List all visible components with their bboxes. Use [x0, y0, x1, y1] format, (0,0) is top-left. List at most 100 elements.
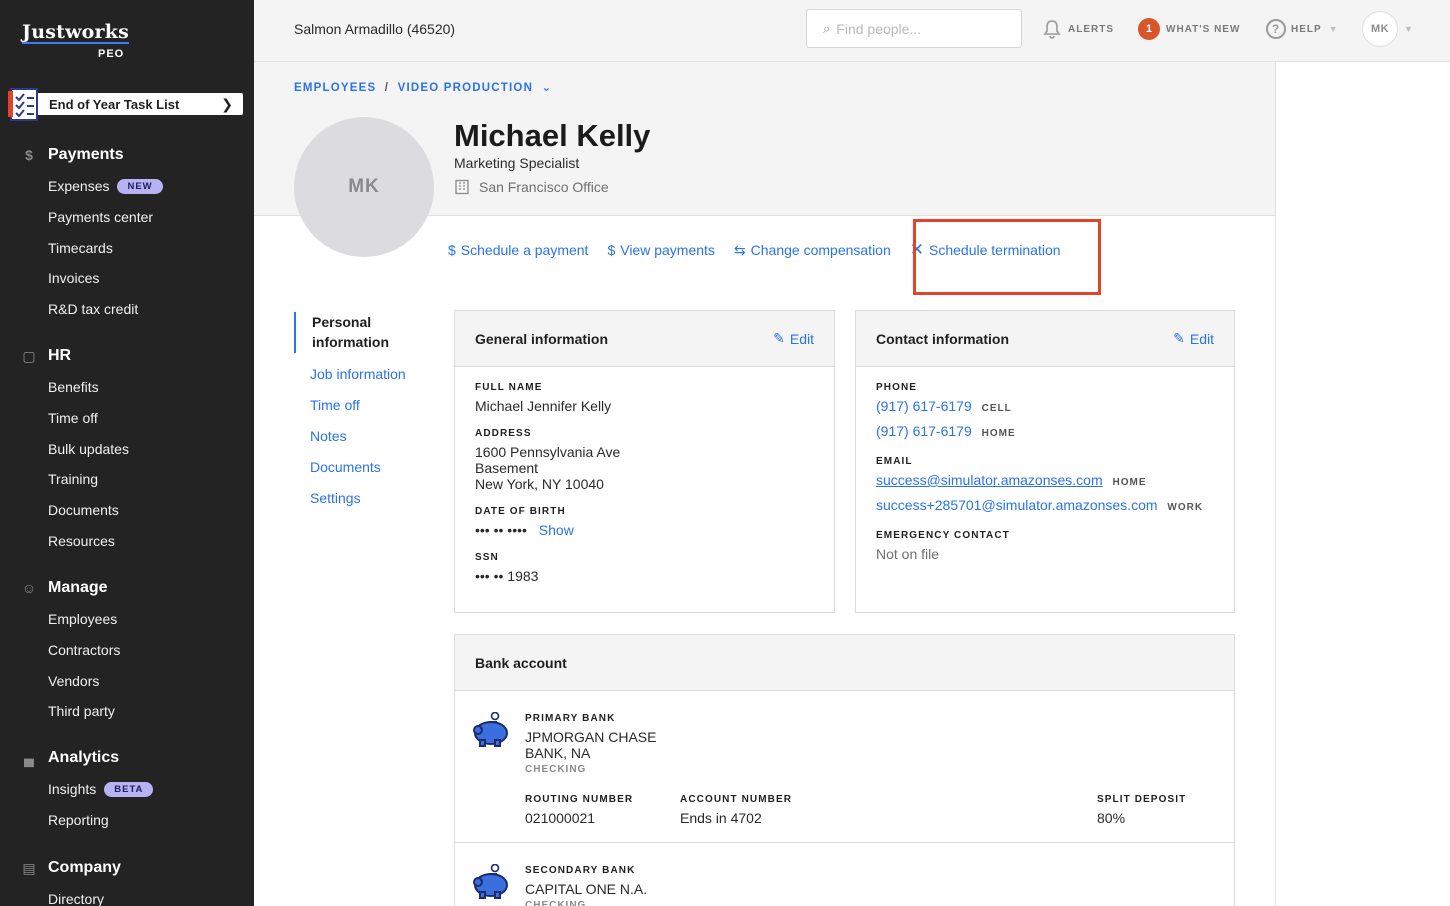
card-title: General information: [475, 330, 609, 347]
alerts-button[interactable]: ALERTS: [1042, 19, 1114, 39]
sidebar: Justworks PEO End of Year Task List ❯ $ …: [0, 0, 254, 906]
company-name[interactable]: Salmon Armadillo (46520): [294, 21, 455, 37]
primary-bank-row: PRIMARY BANK JPMORGAN CHASE BANK, NA CHE…: [455, 692, 1234, 843]
nav-head-manage[interactable]: ☺ Manage: [0, 576, 254, 600]
sidebar-item-resources[interactable]: Resources: [0, 525, 254, 556]
field-label: SECONDARY BANK: [525, 865, 636, 876]
breadcrumb-employees[interactable]: EMPLOYEES: [294, 82, 376, 94]
user-menu-caret-icon[interactable]: ▼: [1404, 24, 1413, 34]
sidebar-item-reporting[interactable]: Reporting: [0, 805, 254, 836]
phone-cell-link[interactable]: (917) 617-6179: [876, 398, 972, 414]
sidebar-item-training[interactable]: Training: [0, 464, 254, 495]
search-box[interactable]: ⌕: [806, 9, 1022, 48]
sidebar-item-rd-tax-credit[interactable]: R&D tax credit: [0, 294, 254, 325]
view-payments-link[interactable]: $ View payments: [607, 240, 714, 260]
primary-bank-name-1: JPMORGAN CHASE: [525, 729, 657, 745]
right-gutter: [1275, 62, 1450, 906]
email-work-link[interactable]: success+285701@simulator.amazonses.com: [876, 497, 1158, 513]
piggy-bank-icon: [473, 712, 508, 747]
sidebar-item-benefits[interactable]: Benefits: [0, 372, 254, 403]
sidebar-item-employees[interactable]: Employees: [0, 604, 254, 635]
sidebar-item-documents[interactable]: Documents: [0, 495, 254, 526]
tab-documents[interactable]: Documents: [294, 457, 424, 488]
alerts-label: ALERTS: [1068, 23, 1114, 35]
show-dob-link[interactable]: Show: [539, 522, 574, 538]
address-line-1: 1600 Pennsylvania Ave: [475, 444, 621, 460]
sidebar-item-label: Employees: [48, 611, 118, 628]
sidebar-item-third-party[interactable]: Third party: [0, 696, 254, 727]
action-label: Change compensation: [750, 242, 891, 258]
beta-badge: BETA: [104, 781, 154, 797]
eoy-task-list-button[interactable]: End of Year Task List ❯: [8, 88, 243, 121]
chevron-down-icon[interactable]: ⌄: [542, 82, 553, 94]
building-icon: ▤: [22, 859, 36, 876]
sidebar-item-time-off[interactable]: Time off: [0, 403, 254, 434]
help-button[interactable]: ? HELP ▼: [1266, 19, 1339, 39]
tab-job-information[interactable]: Job information: [294, 364, 424, 395]
field-label: PRIMARY BANK: [525, 713, 616, 724]
logo-wordmark: Justworks: [22, 21, 129, 44]
sidebar-item-bulk-updates[interactable]: Bulk updates: [0, 433, 254, 464]
sidebar-item-timecards[interactable]: Timecards: [0, 232, 254, 263]
nav-head-hr[interactable]: ▢ HR: [0, 344, 254, 368]
phone-home-link[interactable]: (917) 617-6179: [876, 423, 972, 439]
field-label: ADDRESS: [475, 428, 532, 439]
sidebar-item-label: Third party: [48, 703, 115, 720]
nav-section-company: ▤ Company Directory: [0, 856, 254, 906]
sidebar-item-contractors[interactable]: Contractors: [0, 635, 254, 666]
sidebar-item-directory[interactable]: Directory: [0, 884, 254, 906]
change-compensation-link[interactable]: ⇆ Change compensation: [734, 240, 891, 260]
employee-name: Michael Kelly: [454, 118, 651, 153]
employee-avatar: MK: [294, 117, 434, 257]
nav-head-label: Company: [48, 859, 121, 876]
breadcrumb: EMPLOYEES / VIDEO PRODUCTION ⌄: [294, 80, 552, 94]
tab-notes[interactable]: Notes: [294, 426, 424, 457]
nav-head-analytics[interactable]: ▄ Analytics: [0, 746, 254, 770]
nav-section-payments: $ Payments Expenses NEW Payments center …: [0, 143, 254, 324]
dollar-icon: $: [25, 147, 33, 163]
main-content: EMPLOYEES / VIDEO PRODUCTION ⌄ Michael K…: [254, 62, 1275, 906]
tab-time-off[interactable]: Time off: [294, 395, 424, 426]
tab-settings[interactable]: Settings: [294, 488, 424, 519]
card-title: Bank account: [475, 654, 567, 671]
tab-personal-information[interactable]: Personal information: [294, 312, 424, 353]
email-home-link[interactable]: success@simulator.amazonses.com: [876, 472, 1103, 488]
caret-down-icon: ▼: [1328, 24, 1339, 34]
sidebar-item-expenses[interactable]: Expenses NEW: [0, 171, 254, 202]
edit-general-button[interactable]: ✎ Edit: [773, 330, 814, 347]
sidebar-item-vendors[interactable]: Vendors: [0, 665, 254, 696]
sidebar-item-label: Directory: [48, 891, 105, 906]
search-input[interactable]: [836, 20, 1007, 37]
sidebar-item-label: R&D tax credit: [48, 301, 139, 318]
sidebar-item-label: Invoices: [48, 270, 100, 287]
nav-head-label: HR: [48, 347, 72, 364]
breadcrumb-department[interactable]: VIDEO PRODUCTION: [398, 82, 534, 94]
user-avatar[interactable]: MK: [1362, 11, 1398, 47]
clipboard-icon: ▢: [22, 347, 36, 364]
bank-account-card: Bank account PRIMARY BANK JPMORGAN CHASE…: [454, 634, 1235, 906]
employee-office: San Francisco Office: [454, 179, 609, 195]
sidebar-item-label: Contractors: [48, 642, 121, 659]
general-information-card: General information ✎ Edit FULL NAME Mic…: [454, 310, 835, 613]
nav-head-company[interactable]: ▤ Company: [0, 856, 254, 880]
nav-section-hr: ▢ HR Benefits Time off Bulk updates Trai…: [0, 344, 254, 556]
field-label: PHONE: [876, 382, 918, 393]
edit-contact-button[interactable]: ✎ Edit: [1173, 330, 1214, 347]
field-label: SSN: [475, 552, 499, 563]
whats-new-button[interactable]: 1 WHAT'S NEW: [1138, 18, 1240, 40]
sidebar-item-invoices[interactable]: Invoices: [0, 263, 254, 294]
nav-head-label: Payments: [48, 146, 124, 163]
sidebar-item-label: Payments center: [48, 209, 154, 226]
email-type-tag: HOME: [1112, 477, 1147, 488]
schedule-payment-link[interactable]: $ Schedule a payment: [448, 240, 588, 260]
bell-icon: [1043, 20, 1061, 39]
nav-head-label: Analytics: [48, 749, 120, 766]
justworks-logo[interactable]: Justworks PEO: [22, 21, 129, 60]
sidebar-item-payments-center[interactable]: Payments center: [0, 202, 254, 233]
sidebar-item-insights[interactable]: Insights BETA: [0, 774, 254, 805]
pencil-icon: ✎: [773, 330, 785, 346]
sidebar-item-label: Documents: [48, 502, 119, 519]
nav-head-payments[interactable]: $ Payments: [0, 143, 254, 167]
dollar-icon: $: [607, 242, 616, 258]
sidebar-item-label: Training: [48, 471, 99, 488]
